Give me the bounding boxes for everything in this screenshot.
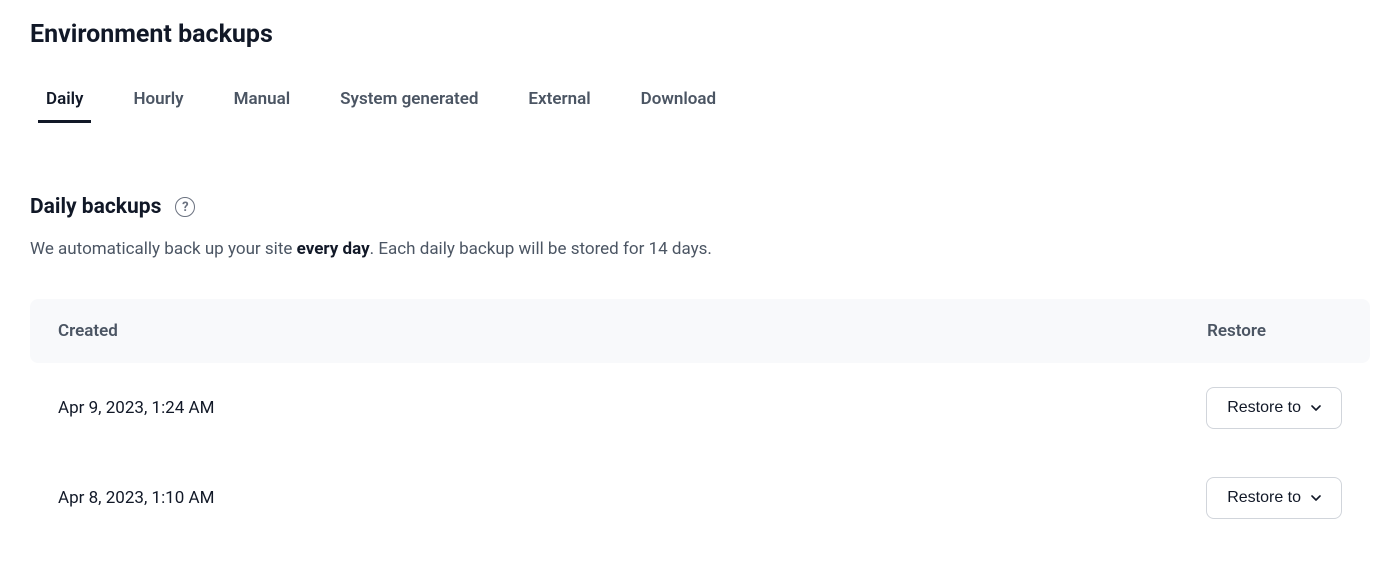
cell-created: Apr 8, 2023, 1:10 AM [58, 488, 214, 508]
restore-to-button[interactable]: Restore to [1206, 477, 1342, 519]
restore-button-label: Restore to [1227, 399, 1301, 417]
section-description: We automatically back up your site every… [30, 239, 1370, 259]
tab-hourly[interactable]: Hourly [133, 89, 183, 123]
section-desc-bold: every day [297, 239, 370, 259]
table-row: Apr 9, 2023, 1:24 AM Restore to [30, 363, 1370, 453]
chevron-down-icon [1311, 493, 1321, 503]
help-icon[interactable]: ? [175, 197, 195, 217]
page-title: Environment backups [30, 20, 1370, 49]
column-header-created: Created [58, 321, 118, 341]
section-desc-suffix: . Each daily backup will be stored for 1… [370, 239, 712, 259]
chevron-down-icon [1311, 403, 1321, 413]
tab-download[interactable]: Download [641, 89, 716, 123]
restore-to-button[interactable]: Restore to [1206, 387, 1342, 429]
section-header: Daily backups ? [30, 195, 1370, 219]
section-title: Daily backups [30, 195, 161, 219]
tab-daily[interactable]: Daily [46, 89, 83, 123]
tabs: Daily Hourly Manual System generated Ext… [30, 89, 1370, 123]
cell-created: Apr 9, 2023, 1:24 AM [58, 398, 214, 418]
tab-manual[interactable]: Manual [234, 89, 291, 123]
tab-system-generated[interactable]: System generated [340, 89, 478, 123]
column-header-restore: Restore [1207, 321, 1342, 341]
restore-button-label: Restore to [1227, 489, 1301, 507]
section-desc-prefix: We automatically back up your site [30, 239, 297, 259]
table-header: Created Restore [30, 299, 1370, 363]
table-row: Apr 8, 2023, 1:10 AM Restore to [30, 453, 1370, 543]
tab-external[interactable]: External [528, 89, 590, 123]
